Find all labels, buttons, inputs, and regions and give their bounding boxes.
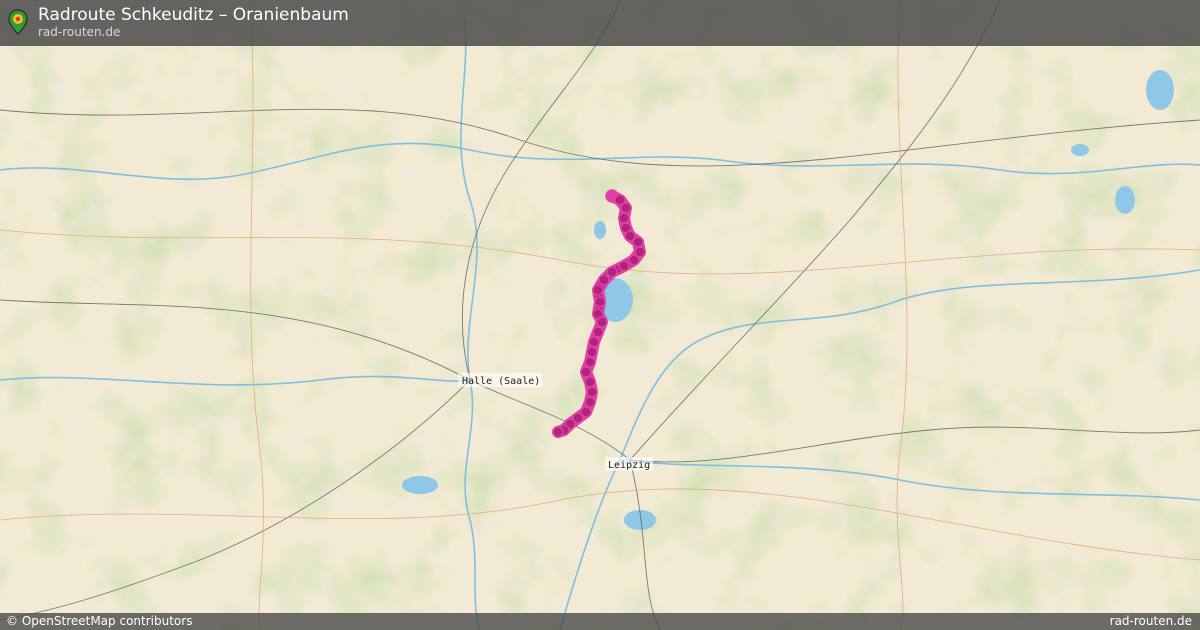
route-waypoint: [606, 266, 618, 278]
city-leipzig[interactable]: Leipzig: [605, 457, 653, 471]
map-pin-icon: [8, 9, 28, 35]
route-waypoint: [584, 376, 596, 388]
map-canvas[interactable]: Halle (Saale) Leipzig: [0, 0, 1200, 630]
route-waypoint: [598, 274, 610, 286]
page-title: Radroute Schkeuditz – Oranienbaum: [38, 5, 349, 25]
route-waypoint: [620, 202, 632, 214]
route-waypoint: [588, 336, 600, 348]
brand-link[interactable]: rad-routen.de: [1110, 614, 1192, 629]
route-waypoint: [552, 426, 564, 438]
city-label: Leipzig: [608, 460, 650, 471]
osm-attribution[interactable]: © OpenStreetMap contributors: [6, 614, 192, 629]
route-waypoint: [632, 236, 644, 248]
route-waypoint: [628, 254, 640, 266]
route-waypoint: [618, 212, 630, 224]
route-waypoint: [584, 396, 596, 408]
footer-bar: © OpenStreetMap contributors rad-routen.…: [0, 613, 1200, 630]
route-waypoint: [584, 356, 596, 368]
site-name[interactable]: rad-routen.de: [38, 25, 120, 39]
route-waypoint: [594, 296, 606, 308]
city-halle[interactable]: Halle (Saale): [458, 373, 542, 387]
header-bar: Radroute Schkeuditz – Oranienbaum rad-ro…: [0, 0, 1200, 46]
route-waypoint: [586, 346, 598, 358]
route-waypoint: [596, 316, 608, 328]
route-waypoint: [586, 386, 598, 398]
city-label: Halle (Saale): [462, 376, 540, 387]
route-waypoint: [592, 326, 604, 338]
route-waypoint: [618, 260, 630, 272]
route-waypoint: [592, 284, 604, 296]
route-waypoint: [580, 366, 592, 378]
